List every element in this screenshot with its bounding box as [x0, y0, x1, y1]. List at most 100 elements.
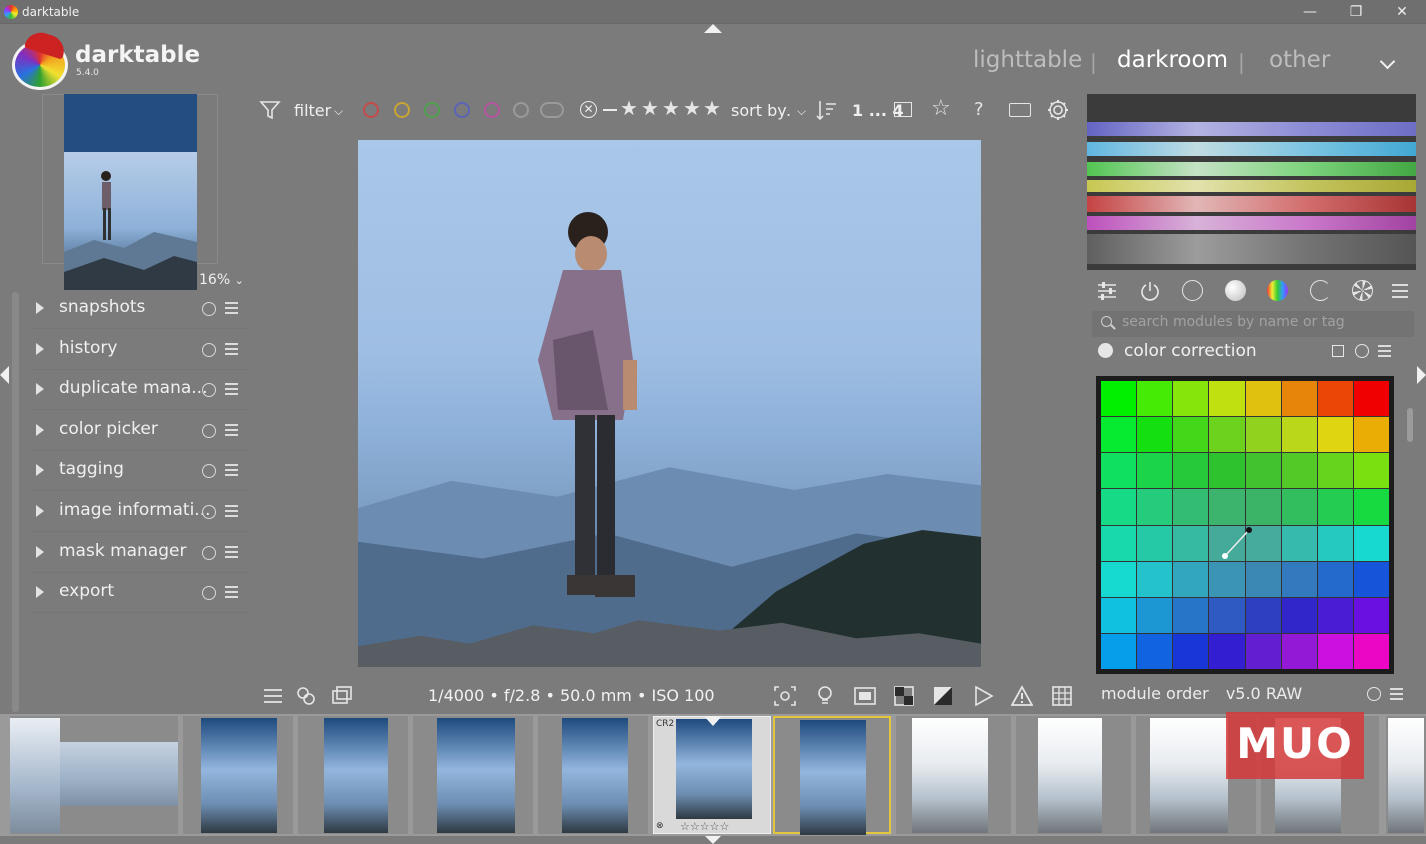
color-label-none-icon[interactable] [513, 102, 529, 118]
center-image-view[interactable] [358, 140, 981, 667]
multi-instance-icon[interactable] [1332, 345, 1344, 357]
filmstrip-thumb[interactable] [183, 716, 293, 834]
filmstrip-thumb[interactable] [298, 716, 408, 834]
module-row-tagging[interactable]: tagging [30, 451, 250, 491]
module-groups-icon[interactable] [1096, 280, 1118, 306]
overlay-star-icon[interactable]: ☆ [931, 96, 951, 121]
presets-menu-icon[interactable] [225, 505, 238, 517]
reset-icon[interactable] [202, 343, 216, 357]
collapse-bottom-arrow-icon[interactable] [704, 835, 722, 844]
color-assessment-bulb-icon[interactable] [814, 685, 836, 707]
reset-icon[interactable] [202, 464, 216, 478]
color-label-purple-icon[interactable] [484, 102, 500, 118]
view-tab-darkroom[interactable]: darkroom [1117, 47, 1228, 73]
module-row-duplicate-manager[interactable]: duplicate mana... [30, 370, 250, 410]
clipping-indication-icon[interactable] [893, 685, 915, 707]
module-presets-icon[interactable] [1378, 345, 1391, 357]
module-order-menu-icon[interactable] [1390, 688, 1403, 700]
focus-peaking-icon[interactable] [773, 685, 796, 707]
filmstrip-thumb[interactable] [538, 716, 648, 834]
filmstrip-thumb-active[interactable]: CR2 ⊗ ☆☆☆☆☆ [653, 716, 771, 834]
presets-menu-icon[interactable] [225, 424, 238, 436]
collapse-left-arrow-icon[interactable] [0, 366, 9, 384]
module-row-image-information[interactable]: image informati... [30, 492, 250, 532]
rating-star-5-icon[interactable]: ★ [703, 96, 721, 120]
filmstrip-thumb-selected[interactable] [773, 716, 891, 835]
color-label-green-icon[interactable] [424, 102, 440, 118]
reject-icon[interactable]: ✕ [580, 101, 597, 118]
thumb-reject-icon[interactable]: ⊗ [656, 821, 664, 831]
module-row-history[interactable]: history [30, 330, 250, 370]
guides-grid-icon[interactable] [1051, 685, 1073, 707]
rating-star-3-icon[interactable]: ★ [662, 96, 680, 120]
view-tab-lighttable[interactable]: lighttable [973, 47, 1082, 73]
presets-menu-icon[interactable] [225, 586, 238, 598]
presets-menu-icon[interactable] [225, 302, 238, 314]
close-button[interactable]: ✕ [1386, 1, 1418, 23]
gamut-check-icon[interactable] [972, 685, 994, 707]
color-label-blue-icon[interactable] [454, 102, 470, 118]
chevron-down-icon[interactable] [1379, 53, 1396, 70]
filmstrip-thumb[interactable] [896, 716, 1011, 834]
presets-menu-icon[interactable] [225, 343, 238, 355]
base-modules-circle-icon[interactable] [1182, 280, 1203, 301]
reset-icon[interactable] [202, 546, 216, 560]
left-panel-scrollbar[interactable] [12, 292, 19, 712]
filter-chevron-icon[interactable]: ⌵ [334, 104, 343, 119]
view-tab-other[interactable]: other [1269, 47, 1330, 73]
reset-icon[interactable] [202, 505, 216, 519]
sort-chevron-icon[interactable]: ⌵ [797, 104, 806, 119]
filmstrip-thumb[interactable] [413, 716, 533, 834]
collapse-top-arrow-icon[interactable] [704, 24, 722, 33]
sort-order-icon[interactable] [816, 99, 838, 125]
color-correction-handles[interactable] [1101, 381, 1389, 669]
navigation-preview[interactable] [64, 152, 197, 290]
module-groups-menu-icon[interactable] [1392, 284, 1408, 298]
rating-star-4-icon[interactable]: ★ [683, 96, 701, 120]
histogram[interactable] [1087, 94, 1416, 270]
module-power-icon[interactable] [1098, 343, 1113, 358]
module-row-export[interactable]: export [30, 573, 250, 613]
module-order-reset-icon[interactable] [1367, 687, 1381, 701]
zoom-level[interactable]: 16% ⌄ [199, 272, 244, 288]
effect-modules-icon[interactable] [1352, 280, 1373, 301]
module-row-color-picker[interactable]: color picker [30, 411, 250, 451]
filmstrip-thumb[interactable] [1386, 716, 1426, 834]
reset-icon[interactable] [202, 424, 216, 438]
help-icon[interactable]: ? [974, 99, 984, 120]
quick-access-panel-icon[interactable] [262, 685, 284, 707]
keyboard-shortcuts-icon[interactable] [1009, 103, 1031, 117]
raw-overexposure-icon[interactable] [853, 685, 876, 707]
active-modules-power-icon[interactable] [1139, 280, 1161, 306]
restore-button[interactable]: ❐ [1340, 1, 1372, 23]
presets-menu-icon[interactable] [225, 464, 238, 476]
tone-modules-sphere-icon[interactable] [1225, 280, 1246, 301]
filmstrip-thumb[interactable] [10, 716, 178, 834]
module-row-mask-manager[interactable]: mask manager [30, 533, 250, 573]
second-window-icon[interactable] [331, 685, 353, 707]
color-label-yellow-icon[interactable] [394, 102, 410, 118]
color-label-operator-icon[interactable] [540, 102, 564, 118]
rating-star-1-icon[interactable]: ★ [620, 96, 638, 120]
reset-icon[interactable] [202, 302, 216, 316]
right-panel-scrollbar[interactable] [1407, 408, 1413, 442]
filter-icon[interactable] [259, 99, 281, 125]
preferences-gear-icon[interactable] [1046, 98, 1070, 126]
presets-menu-icon[interactable] [225, 546, 238, 558]
styles-icon[interactable] [295, 685, 317, 707]
rating-dash-icon[interactable] [603, 109, 617, 111]
sort-by-value[interactable]: . [786, 101, 791, 120]
thumb-stars-icon[interactable]: ☆☆☆☆☆ [680, 820, 729, 833]
reset-icon[interactable] [202, 586, 216, 600]
reset-icon[interactable] [202, 383, 216, 397]
correction-modules-icon[interactable] [1310, 280, 1331, 301]
color-correction-grid[interactable] [1096, 376, 1394, 674]
filter-label[interactable]: filter [294, 101, 331, 120]
presets-menu-icon[interactable] [225, 383, 238, 395]
minimize-button[interactable]: — [1294, 1, 1326, 23]
rating-star-2-icon[interactable]: ★ [641, 96, 659, 120]
module-reset-icon[interactable] [1355, 344, 1369, 358]
module-row-snapshots[interactable]: snapshots [30, 289, 250, 329]
color-label-red-icon[interactable] [363, 102, 379, 118]
grouping-icon[interactable] [894, 102, 912, 117]
